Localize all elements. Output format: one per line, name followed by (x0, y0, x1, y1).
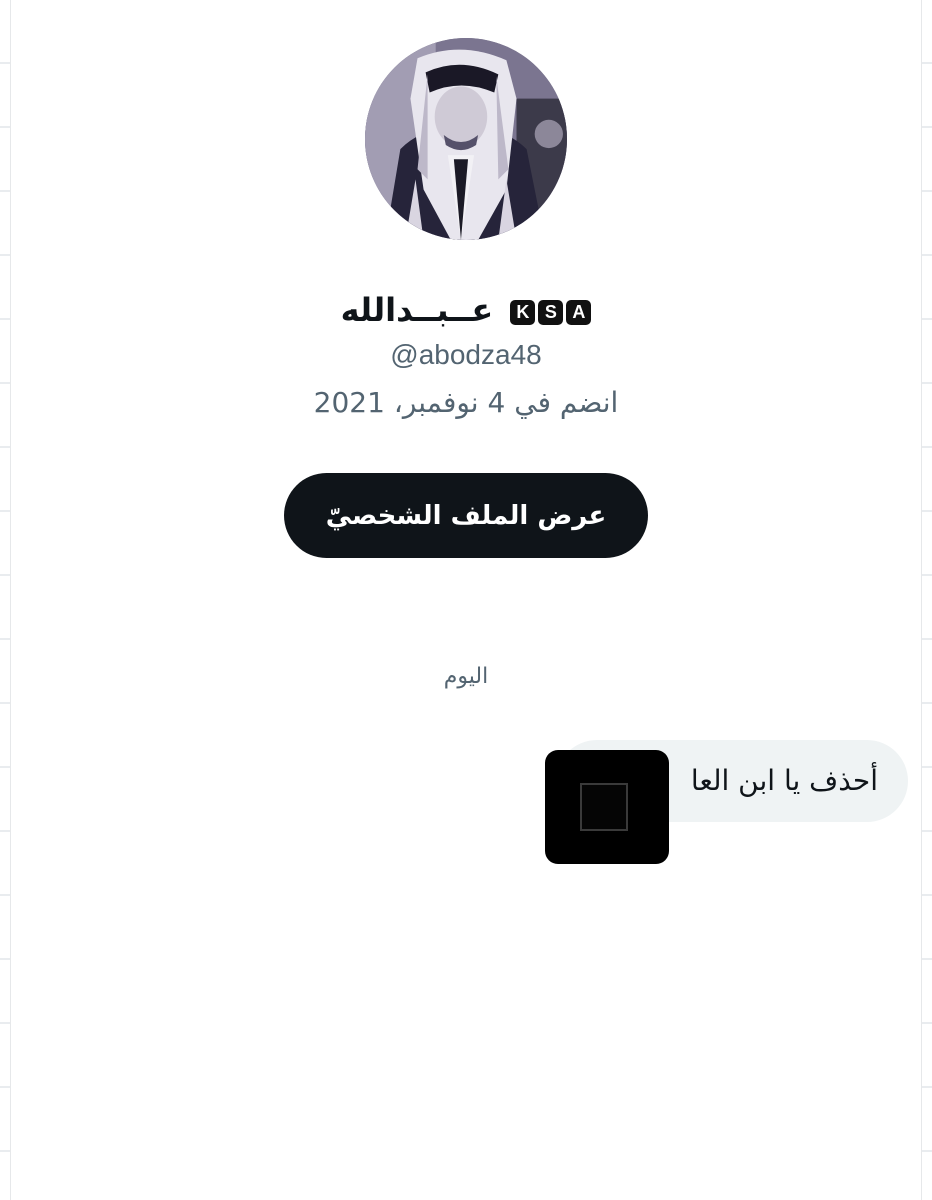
day-separator: اليوم (443, 664, 489, 689)
redaction-overlay (545, 750, 669, 864)
message-text: أحذف يا ابن العا (690, 764, 878, 797)
profile-handle: @abodza48 (390, 339, 542, 370)
country-badges: K S A (510, 299, 592, 325)
avatar-photo-icon (365, 38, 567, 240)
page-edge-left (0, 0, 11, 1200)
badge-letter: K (510, 299, 536, 325)
profile-avatar[interactable] (365, 38, 567, 240)
badge-letter: S (538, 299, 564, 325)
page-edge-right (921, 0, 932, 1200)
display-name-text: عــبــدالله (340, 291, 494, 329)
joined-date: انضم في 4 نوفمبر، 2021 (313, 386, 619, 419)
square-icon (580, 783, 628, 831)
badge-letter: A (566, 299, 592, 325)
display-name: عــبــدالله K S A (0, 288, 932, 332)
view-profile-button[interactable]: عرض الملف الشخصيّ (284, 473, 648, 558)
